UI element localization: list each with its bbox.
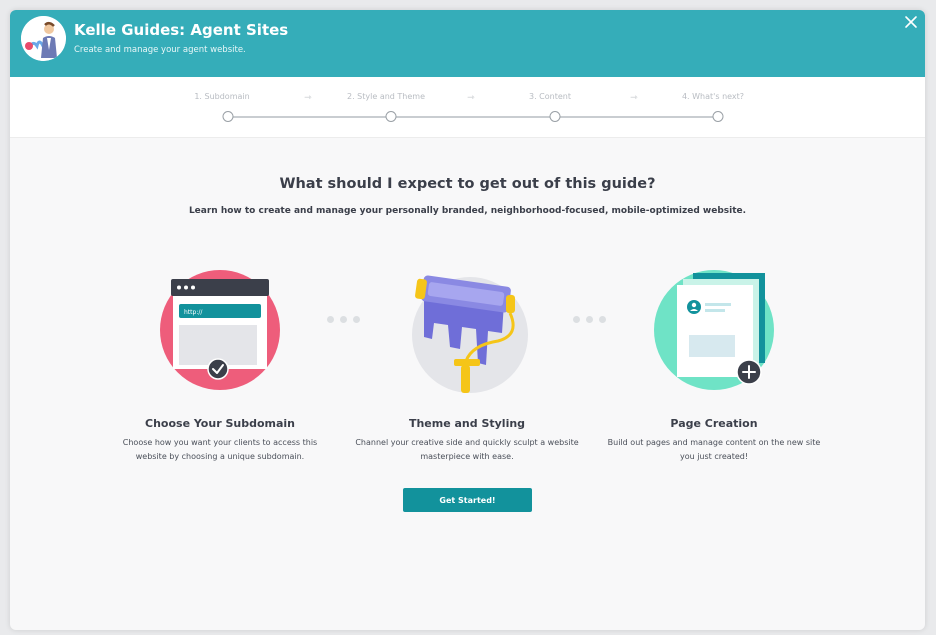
feature-subdomain: http:// Choose Your Subdomain Choose how… xyxy=(100,265,340,464)
feature-description: Choose how you want your clients to acce… xyxy=(122,438,318,461)
step-label-style[interactable]: 2. Style and Theme xyxy=(347,92,425,101)
feature-title: Choose Your Subdomain xyxy=(145,417,295,430)
step-dot[interactable] xyxy=(385,111,397,122)
step-dot[interactable] xyxy=(712,111,724,122)
feature-title: Page Creation xyxy=(670,417,758,430)
get-started-button[interactable]: Get Started! xyxy=(403,488,532,512)
guide-subtitle: Create and manage your agent website. xyxy=(74,45,246,55)
stepper-track xyxy=(228,116,718,118)
paint-roller-illustration xyxy=(402,265,532,395)
step-label-whats-next[interactable]: 4. What's next? xyxy=(682,92,744,101)
step-arrow-icon: ⇾ xyxy=(304,92,312,102)
feature-theme: Theme and Styling Channel your creative … xyxy=(347,265,587,464)
step-dot[interactable] xyxy=(549,111,561,122)
guide-header: Kelle Guides: Agent Sites Create and man… xyxy=(10,10,925,77)
feature-description: Channel your creative side and quickly s… xyxy=(355,438,579,461)
step-dot[interactable] xyxy=(222,111,234,122)
browser-window-illustration: http:// xyxy=(155,265,285,395)
feature-description: Build out pages and manage content on th… xyxy=(607,438,821,461)
page-subtitle: Learn how to create and manage your pers… xyxy=(188,206,747,216)
progress-stepper: 1. Subdomain ⇾ 2. Style and Theme ⇾ 3. C… xyxy=(10,77,925,138)
feature-page-creation: Page Creation Build out pages and manage… xyxy=(594,265,834,464)
close-icon[interactable] xyxy=(903,14,919,30)
step-arrow-icon: ⇾ xyxy=(467,92,475,102)
step-arrow-icon: ⇾ xyxy=(630,92,638,102)
feature-title: Theme and Styling xyxy=(408,417,526,430)
agent-avatar xyxy=(21,16,66,61)
guide-title: Kelle Guides: Agent Sites xyxy=(74,21,289,39)
step-label-content[interactable]: 3. Content xyxy=(529,92,571,101)
step-label-subdomain[interactable]: 1. Subdomain xyxy=(194,92,249,101)
page-title: What should I expect to get out of this … xyxy=(279,176,656,192)
url-text: http:// xyxy=(184,309,203,316)
page-document-illustration xyxy=(649,265,779,395)
guide-modal: Kelle Guides: Agent Sites Create and man… xyxy=(10,10,925,630)
